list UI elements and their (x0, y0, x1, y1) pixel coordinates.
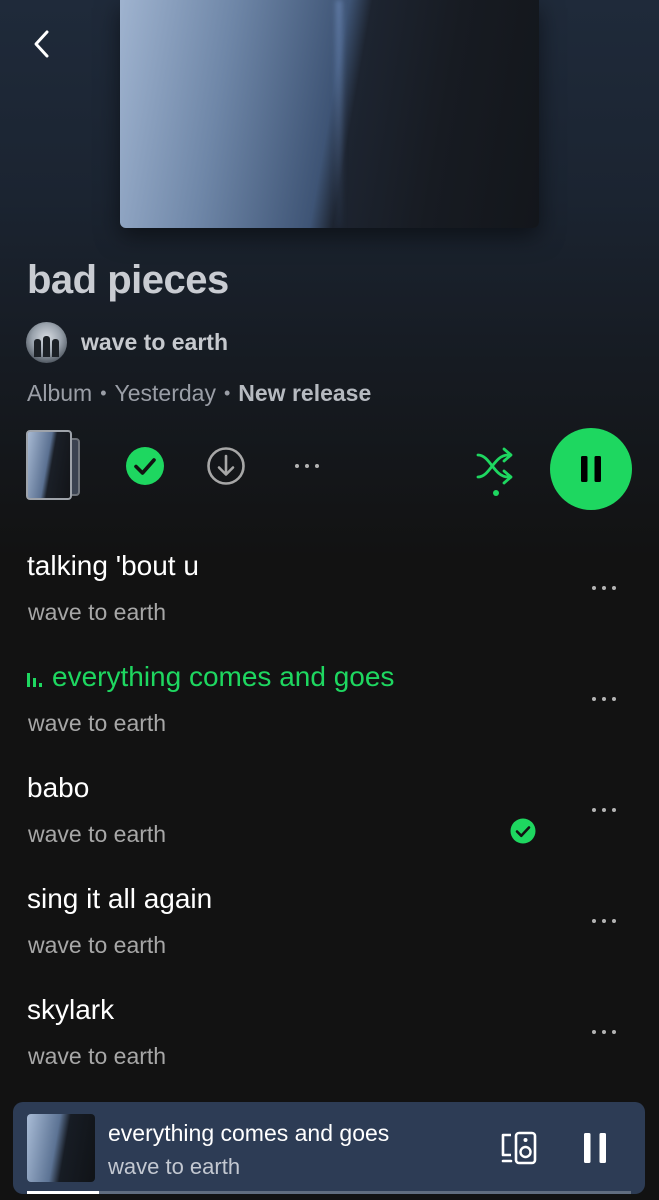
back-button[interactable] (22, 24, 62, 64)
track-artist: wave to earth (28, 599, 167, 625)
track-artist: wave to earth (28, 932, 167, 958)
track-more-button[interactable] (580, 792, 628, 828)
mini-player-artist: wave to earth (108, 1154, 241, 1179)
track-title: skylark (27, 994, 115, 1025)
track-artist: wave to earth (28, 821, 167, 847)
download-icon (207, 447, 245, 485)
artist-avatar (26, 321, 67, 363)
mini-player-pause-button[interactable] (573, 1126, 617, 1170)
pause-icon (584, 1133, 606, 1163)
artist-name: wave to earth (81, 328, 228, 355)
album-meta: Album • Yesterday • New release (27, 380, 371, 407)
track-row[interactable]: everything comes and goes wave to earth (0, 647, 659, 758)
check-circle-icon (510, 818, 536, 844)
mini-player[interactable]: everything comes and goes wave to earth (13, 1102, 645, 1194)
track-more-button[interactable] (580, 1014, 628, 1050)
pause-icon (581, 456, 601, 482)
connect-device-button[interactable] (497, 1128, 541, 1168)
track-title: sing it all again (27, 883, 213, 914)
saved-toggle-button[interactable] (124, 445, 166, 487)
mini-player-cover-art (27, 1114, 95, 1182)
track-artist: wave to earth (28, 1043, 167, 1069)
check-circle-icon (126, 447, 164, 485)
album-title: bad pieces (27, 258, 229, 302)
new-release-badge: New release (238, 380, 372, 406)
more-icon (592, 808, 616, 812)
album-stack-icon[interactable] (26, 430, 84, 500)
more-icon (592, 697, 616, 701)
shuffle-button[interactable] (472, 443, 522, 499)
meta-separator: • (100, 383, 107, 403)
track-title: babo (27, 772, 90, 803)
track-row[interactable]: skylark wave to earth (0, 980, 659, 1091)
track-more-button[interactable] (580, 681, 628, 717)
meta-separator: • (223, 383, 231, 403)
album-cover-art (120, 0, 539, 228)
artist-link[interactable]: wave to earth (26, 321, 228, 363)
play-pause-button[interactable] (550, 428, 632, 510)
release-date: Yesterday (114, 380, 216, 406)
track-row[interactable]: talking 'bout u wave to earth (0, 536, 659, 647)
mini-player-title: everything comes and goes (108, 1120, 390, 1146)
more-icon (592, 919, 616, 923)
track-more-button[interactable] (580, 570, 628, 606)
track-title: talking 'bout u (27, 550, 199, 581)
connect-device-icon (501, 1131, 537, 1165)
track-artist: wave to earth (28, 710, 167, 736)
now-playing-equalizer-icon (27, 673, 42, 687)
download-button[interactable] (205, 445, 247, 487)
track-row[interactable]: babo wave to earth (0, 758, 659, 869)
playback-progress-bar[interactable] (27, 1191, 631, 1194)
more-icon (592, 1030, 616, 1034)
track-row[interactable]: sing it all again wave to earth (0, 869, 659, 980)
action-bar (0, 425, 659, 515)
more-options-button[interactable] (285, 445, 329, 487)
album-type: Album (27, 380, 93, 406)
track-title: everything comes and goes (27, 661, 394, 693)
shuffle-icon (476, 447, 513, 496)
track-more-button[interactable] (580, 903, 628, 939)
more-icon (592, 586, 616, 590)
playback-progress-fill (27, 1191, 100, 1194)
chevron-left-icon (34, 30, 49, 58)
more-icon (295, 464, 319, 468)
